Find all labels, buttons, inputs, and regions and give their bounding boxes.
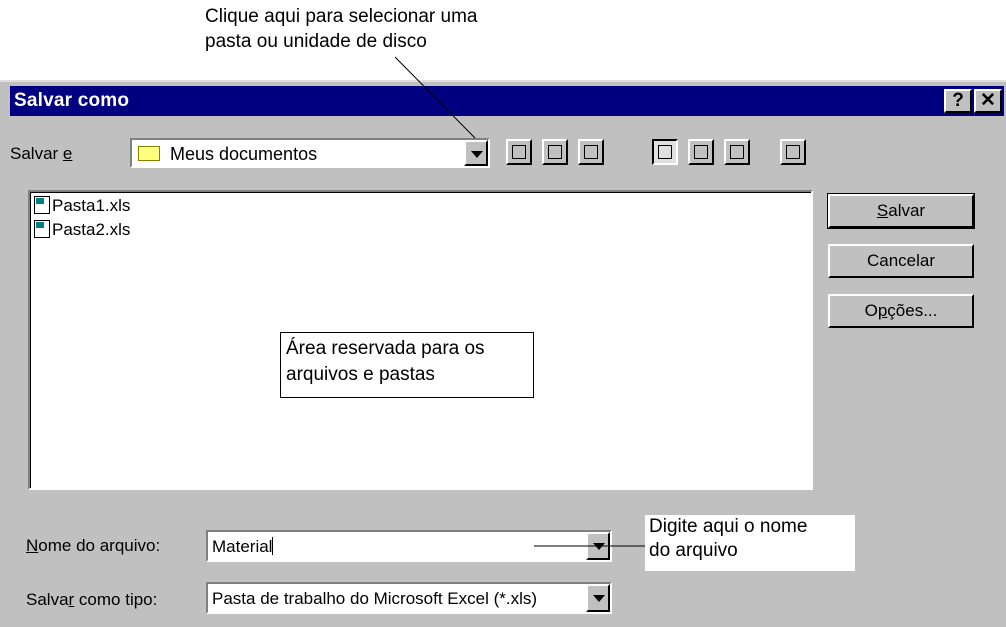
folder-selector-annotation: Clique aqui para selecionar uma pasta ou… <box>205 4 565 54</box>
save-in-label: Salvar e <box>10 144 72 164</box>
annotation-line: Área reservada para os <box>286 338 485 359</box>
cancel-button[interactable]: Cancelar <box>828 244 974 278</box>
chevron-down-icon[interactable] <box>464 140 488 166</box>
help-button[interactable]: ? <box>944 89 972 113</box>
save-in-value: Meus documentos <box>170 144 318 164</box>
list-item[interactable]: Pasta2.xls <box>34 220 130 242</box>
filetype-label: Salvar como tipo: <box>26 590 157 610</box>
file-name: Pasta2.xls <box>52 220 131 239</box>
favorites-icon[interactable] <box>542 139 568 165</box>
annotation-line: pasta ou unidade de disco <box>205 31 427 52</box>
options-button-prefix: O <box>864 301 878 320</box>
file-list[interactable]: Pasta1.xls Pasta2.xls Área reservada par… <box>28 190 813 490</box>
save-button[interactable]: Salvar <box>827 193 975 229</box>
options-button-accel: p <box>877 301 888 320</box>
filename-field[interactable]: Material <box>206 530 612 562</box>
save-in-label-text: Salvar <box>10 144 63 163</box>
filename-label-accel: N <box>26 536 39 555</box>
save-in-label-accel: e <box>62 144 73 163</box>
new-folder-icon[interactable] <box>578 139 604 165</box>
save-in-combobox[interactable]: Meus documentos <box>130 138 490 168</box>
details-view-icon[interactable] <box>688 139 714 165</box>
save-button-accel: S <box>876 201 889 220</box>
filetype-select[interactable]: Pasta de trabalho do Microsoft Excel (*.… <box>206 582 612 614</box>
close-button[interactable]: ✕ <box>974 89 1002 113</box>
properties-view-icon[interactable] <box>724 139 750 165</box>
save-button-label: alvar <box>888 201 926 220</box>
annotation-line: do arquivo <box>649 540 738 561</box>
filename-value: Material <box>212 537 273 556</box>
filetype-label-prefix: Salva <box>26 590 69 609</box>
save-as-dialog: Salvar como ? ✕ Salvar e Meus documentos… <box>0 80 1006 627</box>
up-one-level-icon[interactable] <box>506 139 532 165</box>
options-button[interactable]: Opções... <box>828 294 974 328</box>
filetype-value: Pasta de trabalho do Microsoft Excel (*.… <box>212 589 538 608</box>
list-item[interactable]: Pasta1.xls <box>34 196 130 218</box>
excel-file-icon <box>34 220 50 238</box>
excel-file-icon <box>34 196 50 214</box>
dialog-title: Salvar como <box>14 90 130 111</box>
filename-label-text: ome do arquivo: <box>38 536 161 555</box>
options-button-label: ções... <box>887 301 938 320</box>
chevron-down-icon[interactable] <box>586 532 610 560</box>
title-bar: Salvar como ? ✕ <box>10 86 1004 116</box>
list-view-icon[interactable] <box>652 139 678 165</box>
text-caret <box>272 537 274 555</box>
annotation-line: Digite aqui o nome <box>649 516 808 537</box>
chevron-down-icon[interactable] <box>586 584 610 612</box>
annotation-line: Clique aqui para selecionar uma <box>205 6 478 27</box>
folder-icon <box>138 146 160 161</box>
annotation-line: arquivos e pastas <box>286 364 435 385</box>
filename-label: Nome do arquivo: <box>26 536 160 556</box>
filetype-label-text: como tipo: <box>74 590 158 609</box>
commands-icon[interactable] <box>780 139 806 165</box>
file-name: Pasta1.xls <box>52 196 131 215</box>
files-area-annotation: Área reservada para os arquivos e pastas <box>280 332 534 398</box>
filename-annotation: Digite aqui o nome do arquivo <box>645 515 855 571</box>
